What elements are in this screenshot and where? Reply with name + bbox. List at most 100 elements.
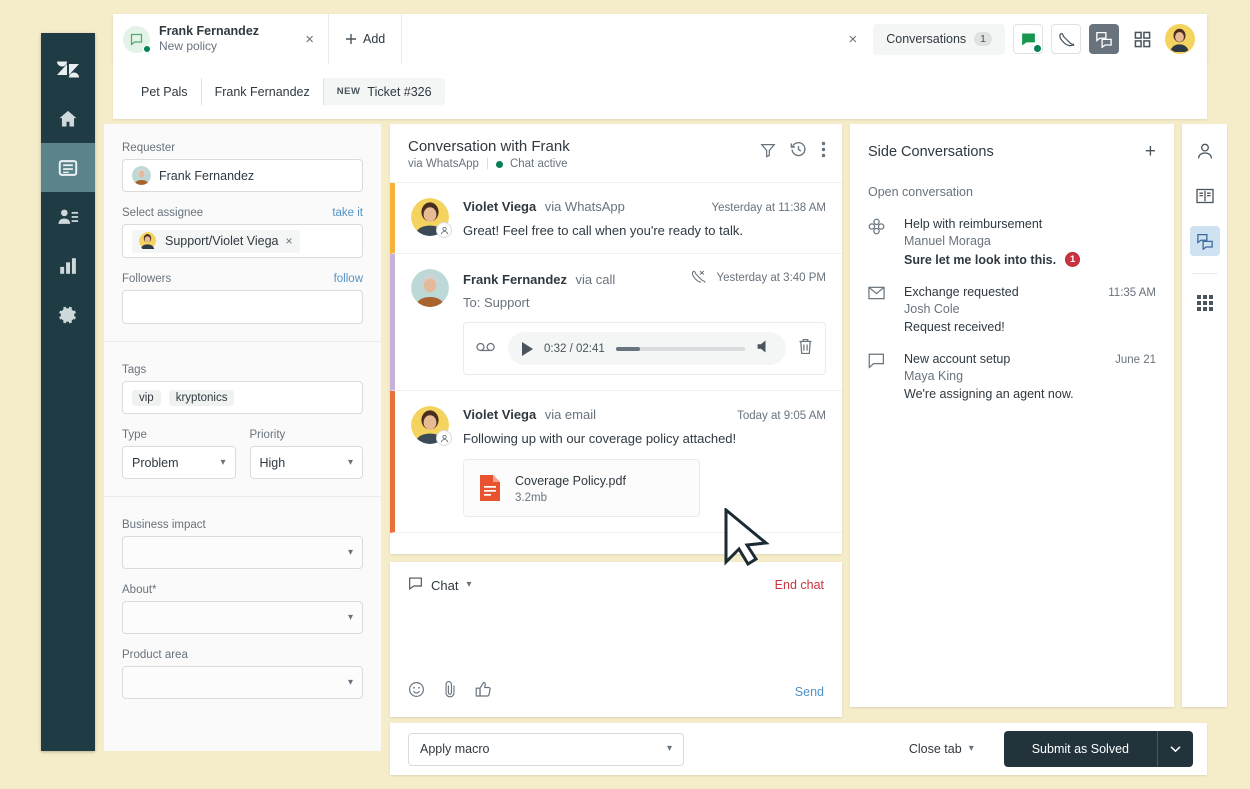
- assignee-value: Support/Violet Viega: [165, 234, 279, 248]
- side-conversations-button[interactable]: [1189, 226, 1220, 256]
- close-all-tabs-icon[interactable]: ×: [840, 31, 865, 48]
- priority-value: High: [259, 455, 286, 470]
- close-tab-label: Close tab: [908, 742, 962, 756]
- conversations-panel-button[interactable]: [1089, 24, 1119, 54]
- tab-close-icon[interactable]: ×: [303, 31, 316, 48]
- phone-status-button[interactable]: [1051, 24, 1081, 54]
- tag-chip-0[interactable]: vip: [132, 389, 161, 406]
- pdf-file-icon: [478, 474, 502, 502]
- thumbs-up-icon[interactable]: [475, 681, 492, 703]
- attachment-size: 3.2mb: [515, 492, 547, 504]
- tags-field[interactable]: vip kryptonics: [122, 381, 363, 414]
- conversation-meta: via WhatsApp | Chat active: [408, 158, 570, 170]
- emoji-icon[interactable]: [408, 681, 425, 703]
- tab-avatar: [123, 25, 151, 53]
- message-timestamp: Yesterday at 11:38 AM: [711, 202, 826, 214]
- apply-macro-select[interactable]: Apply macro ▾: [408, 732, 684, 766]
- apps-button[interactable]: [1190, 288, 1220, 318]
- tab-subtitle: New policy: [159, 39, 218, 54]
- assignee-label: Select assignee: [122, 207, 204, 219]
- type-value: Problem: [132, 455, 179, 470]
- ticket-action-bar: Apply macro ▾ Close tab ▾ Submit as Solv…: [390, 723, 1207, 775]
- play-icon[interactable]: [522, 341, 533, 356]
- trash-icon[interactable]: [798, 338, 813, 360]
- business-impact-select[interactable]: ▾: [122, 536, 363, 569]
- avatar[interactable]: [1165, 24, 1195, 54]
- send-button[interactable]: Send: [795, 685, 824, 699]
- attachment-clip-icon[interactable]: [442, 680, 458, 703]
- filter-icon[interactable]: [760, 142, 776, 163]
- add-side-conversation-icon[interactable]: +: [1145, 142, 1156, 161]
- user-profile-icon: [1197, 143, 1212, 159]
- requester-value: Frank Fernandez: [159, 168, 255, 183]
- close-tab-button[interactable]: Close tab ▾: [909, 742, 974, 756]
- volume-icon[interactable]: [756, 339, 772, 359]
- nav-reporting[interactable]: [41, 241, 95, 290]
- breadcrumb-item-2[interactable]: NEW Ticket #326: [323, 78, 445, 105]
- type-select[interactable]: Problem ▾: [122, 446, 236, 479]
- more-options-icon[interactable]: [821, 141, 826, 163]
- assignee-field[interactable]: Support/Violet Viega ×: [122, 224, 363, 258]
- tabbar-right-group: × Conversations 1: [840, 14, 1207, 64]
- product-area-select[interactable]: ▾: [122, 666, 363, 699]
- follow-link[interactable]: follow: [334, 273, 363, 285]
- nav-zendesk-logo[interactable]: [41, 45, 95, 94]
- nav-admin[interactable]: [41, 290, 95, 339]
- priority-select[interactable]: High ▾: [249, 446, 363, 479]
- ticket-tab[interactable]: Frank Fernandez New policy ×: [113, 14, 329, 64]
- conversations-pill[interactable]: Conversations 1: [873, 23, 1005, 55]
- add-tab-button[interactable]: Add: [329, 14, 403, 64]
- nav-views[interactable]: [41, 143, 95, 192]
- channel-label: Chat: [431, 577, 459, 593]
- assignee-avatar-image: [139, 231, 156, 249]
- audio-progress-slider[interactable]: [615, 346, 745, 351]
- followers-field[interactable]: [122, 290, 363, 324]
- primary-nav-rail: [41, 33, 95, 751]
- voicemail-player: 0:32 / 02:41: [463, 322, 826, 375]
- breadcrumb-item-1[interactable]: Frank Fernandez: [202, 78, 324, 105]
- nav-home[interactable]: [41, 94, 95, 143]
- assignee-token[interactable]: Support/Violet Viega ×: [132, 229, 300, 253]
- about-select[interactable]: ▾: [122, 601, 363, 634]
- envelope-icon: [868, 285, 888, 334]
- ticket-chat-icon: [868, 352, 888, 401]
- assignee-remove-icon[interactable]: ×: [286, 234, 293, 248]
- channel-selector[interactable]: Chat ▾: [408, 576, 472, 594]
- end-chat-button[interactable]: End chat: [775, 578, 824, 592]
- reply-textarea[interactable]: [390, 594, 842, 680]
- breadcrumb-bar: Pet Pals Frank Fernandez NEW Ticket #326: [113, 64, 1207, 119]
- apps-grid-button[interactable]: [1127, 24, 1157, 54]
- side-conversation-subject: Help with reimbursement: [904, 217, 1043, 231]
- submit-options-button[interactable]: [1157, 731, 1193, 767]
- message-author: Frank Fernandez: [463, 272, 568, 287]
- status-badge: NEW: [336, 86, 361, 97]
- audio-controls: 0:32 / 02:41: [508, 332, 786, 365]
- user-profile-button[interactable]: [1190, 136, 1220, 166]
- breadcrumb-item-0[interactable]: Pet Pals: [128, 78, 202, 105]
- side-conversation-from: Josh Cole: [904, 302, 960, 316]
- tab-title: Frank Fernandez: [159, 23, 260, 38]
- kebab-glyph: [821, 141, 826, 158]
- requester-field[interactable]: Frank Fernandez: [122, 159, 363, 192]
- take-it-link[interactable]: take it: [332, 207, 363, 219]
- message-timestamp-group: Yesterday at 3:40 PM: [691, 269, 826, 287]
- side-conversation-preview: Request received!: [904, 320, 1005, 334]
- list-item[interactable]: New account setup June 21 Maya King We'r…: [868, 352, 1156, 401]
- side-conversation-preview: We're assigning an agent now.: [904, 387, 1074, 401]
- bar-chart-icon: [60, 257, 76, 274]
- type-label: Type: [122, 429, 147, 441]
- nav-customers[interactable]: [41, 192, 95, 241]
- chat-status-button[interactable]: [1013, 24, 1043, 54]
- side-conversations-title: Side Conversations: [868, 143, 994, 160]
- message-list: Violet Viega via WhatsApp Yesterday at 1…: [390, 183, 842, 554]
- tab-bar: Frank Fernandez New policy × Add × Conve…: [113, 14, 1207, 64]
- attachment-card[interactable]: Coverage Policy.pdf 3.2mb: [463, 459, 700, 517]
- list-item[interactable]: Exchange requested 11:35 AM Josh Cole Re…: [868, 285, 1156, 334]
- list-item[interactable]: Help with reimbursement Manuel Moraga Su…: [868, 217, 1156, 267]
- slack-icon: [868, 217, 888, 267]
- voicemail-icon: [476, 340, 496, 358]
- history-icon[interactable]: [790, 141, 807, 163]
- knowledge-button[interactable]: [1190, 181, 1220, 211]
- tag-chip-1[interactable]: kryptonics: [168, 389, 235, 406]
- submit-as-solved-button[interactable]: Submit as Solved: [1003, 731, 1157, 767]
